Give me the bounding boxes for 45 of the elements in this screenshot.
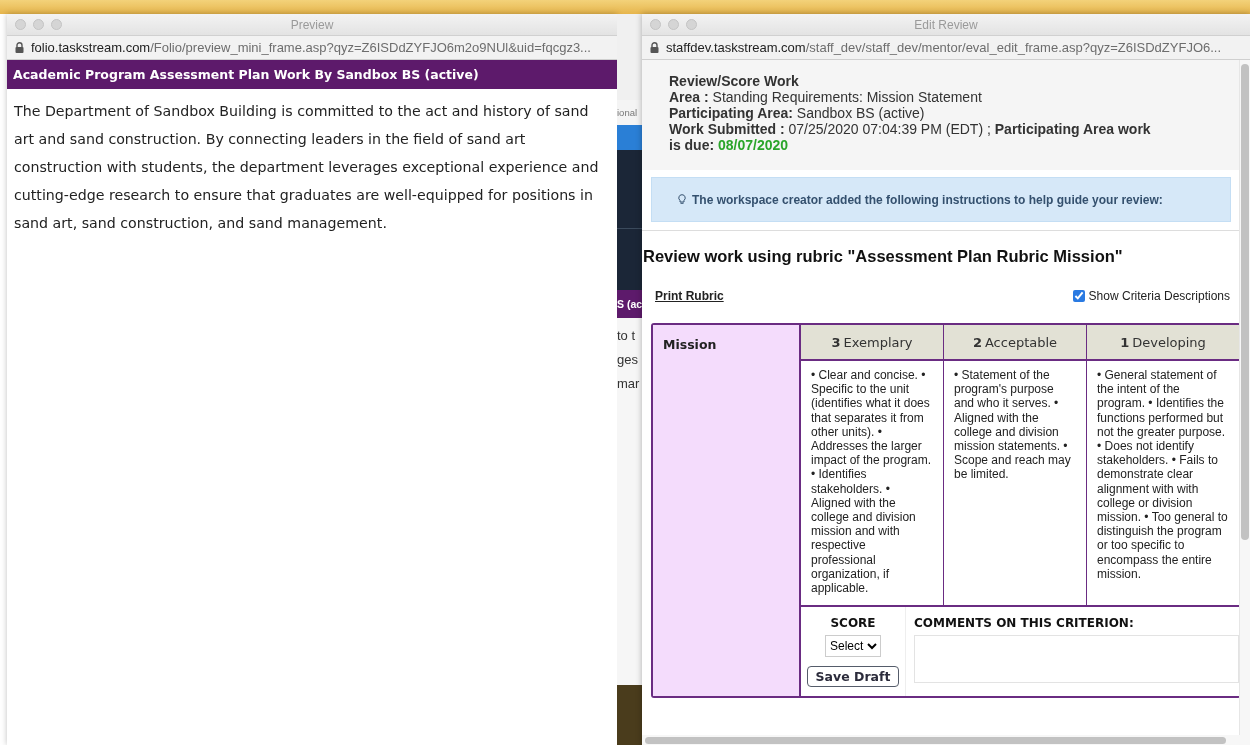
minimize-button[interactable] [33, 19, 44, 30]
level-description: • General statement of the intent of the program. • Identifies the functions performed but not the greater purpose. • Does not identify stakeholders. • Fails to demonstrate clear alignment with with college or division mission. • Too general to distinguish the program or too specific to encompass the entire mission. [1097, 368, 1228, 582]
show-descriptions-checkbox[interactable] [1072, 290, 1085, 302]
minimize-button[interactable] [668, 19, 679, 30]
address-bar[interactable]: folio.taskstream.com/Folio/preview_mini_frame.asp?qyz=Z6ISDdZYFJO6m2o9NUl&uid=fqcgz3... [7, 36, 617, 60]
mission-paragraph: The Department of Sandbox Building is committed to the act and history of sand art and sand construction. By connecting leaders in the field of sand art construction with students, the department leverages exceptional experience and cutting-edge research to ensure that graduates are well-equipped for positions in sand art, sand construction, and sand management. [13, 102, 600, 233]
review-title: Review/Score Work [669, 73, 800, 89]
close-button[interactable] [650, 19, 661, 30]
address-bar[interactable]: staffdev.taskstream.com/staff_dev/staff_dev/mentor/eval_edit_frame.asp?qyz=Z6ISDdZYFJO6... [642, 36, 1250, 60]
text-line: ges [617, 352, 639, 369]
zoom-button[interactable] [51, 19, 62, 30]
level-description: • Statement of the program's purpose and who it serves. • Aligned with the college and division mission statements. • Scope and reach may be limited. [954, 368, 1072, 482]
zoom-button[interactable] [686, 19, 697, 30]
window-title: Preview [290, 18, 334, 32]
banner-text: S (ac [617, 298, 642, 310]
area-info: Participating Area: Sandbox BS (active) [669, 105, 926, 121]
save-draft-button[interactable]: Save Draft [806, 666, 900, 687]
text-line: mar [617, 376, 641, 393]
level-header: 3 Exemplary [801, 325, 944, 361]
comments-label: COMMENTS ON THIS CRITERION: [914, 616, 1135, 630]
header-panel [617, 229, 642, 290]
url-text: staffdev.taskstream.com/staff_dev/staff_dev/mentor/eval_edit_frame.asp?qyz=Z6ISDdZYFJO6... [666, 40, 1222, 55]
instructions-text: The workspace creator added the following instructions to help guide your review: [692, 192, 1163, 207]
level-header: 2 Acceptable [944, 325, 1087, 361]
criterion-name: Mission [663, 337, 717, 352]
area-info: Area : Standing Requirements: Mission Statement [669, 89, 983, 105]
score-label: SCORE [830, 616, 876, 630]
comment-field[interactable] [914, 635, 1239, 683]
score-select[interactable]: Select [825, 635, 881, 657]
submission-info: Work Submitted : 07/25/2020 07:04:39 PM (EDT) ; Participating Area work is due: 08/07/2020 [669, 121, 1152, 153]
text-line: to t [617, 328, 637, 345]
rubric-heading: Review work using rubric "Assessment Plan Rubric Mission" [643, 247, 1124, 266]
print-rubric-link[interactable]: Print Rubric [655, 289, 724, 303]
lightbulb-icon [678, 194, 686, 205]
level-description: • Clear and concise. • Specific to the unit (identifies what it does that separates it from other units). • Addresses the larger impact of the program. • Identifies stakeholders. • Aligned with the college and division mission and with respective professional organization, if applicable. [811, 368, 932, 596]
lock-icon [650, 42, 659, 53]
checkbox-label: Show Criteria Descriptions [1088, 289, 1230, 303]
window-title: Edit Review [914, 18, 978, 32]
nav-bar [617, 125, 642, 150]
tab-label: ional [617, 107, 638, 118]
url-text: folio.taskstream.com/Folio/preview_mini_frame.asp?qyz=Z6ISDdZYFJO6m2o9NUl&uid=fqcgz3... [31, 40, 591, 55]
close-button[interactable] [15, 19, 26, 30]
level-header: 1 Developing [1087, 325, 1239, 361]
lock-icon [15, 42, 24, 53]
page-banner: Academic Program Assessment Plan Work By Sandbox BS (active) [7, 60, 617, 89]
